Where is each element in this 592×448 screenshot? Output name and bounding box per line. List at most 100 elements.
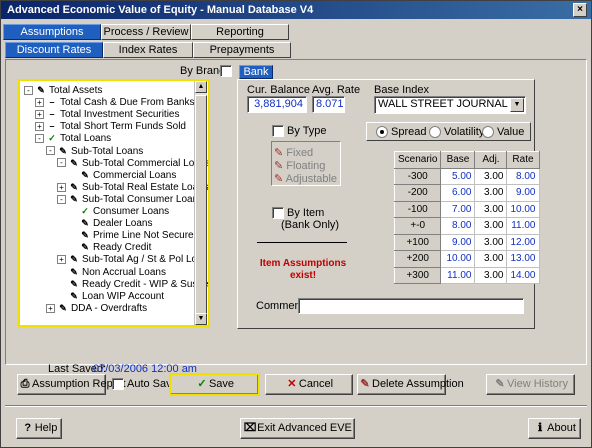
tree-node[interactable]: ✎ Dealer Loans <box>68 217 152 229</box>
table-cell: 3.00 <box>474 233 508 251</box>
exit-button[interactable]: ⌧Exit Advanced EVE <box>240 418 355 439</box>
tree-node[interactable]: - ✎ Total Assets <box>24 84 102 96</box>
tree-node[interactable]: - ✎ Sub-Total Loans <box>46 145 143 157</box>
expand-icon[interactable]: + <box>57 182 66 192</box>
tree-node[interactable]: + – Total Cash & Due From Banks <box>35 96 195 108</box>
tree-node[interactable]: + ✎ Sub-Total Ag / St & Pol Loar <box>57 253 206 265</box>
table-row: +-0 8.00 3.00 11.00 <box>393 217 540 235</box>
by-item-checkbox[interactable] <box>272 207 284 219</box>
pencil-delete-icon: ✎ <box>360 378 370 390</box>
pencil-icon: ✎ <box>274 160 284 172</box>
tree-node[interactable]: + ✎ DDA - Overdrafts <box>46 302 147 314</box>
tree-node[interactable]: ✎ Non Accrual Loans <box>57 266 166 278</box>
tree-node-label: Sub-Total Loans <box>71 145 144 157</box>
by-branch-checkbox[interactable] <box>220 65 232 77</box>
base-index-select[interactable]: WALL STREET JOURNAL ▼ <box>374 96 526 114</box>
dash-icon: – <box>49 97 55 108</box>
expand-icon[interactable]: + <box>35 110 44 120</box>
pencil-icon: ✎ <box>81 242 89 253</box>
tree-node-label: Total Cash & Due From Banks <box>60 97 195 109</box>
delete-label: Delete Assumption <box>372 378 464 390</box>
tab-index-rates[interactable]: Index Rates <box>103 42 193 58</box>
tree-node[interactable]: - ✓ Total Loans <box>35 132 111 144</box>
help-icon: ? <box>24 422 32 434</box>
collapse-icon[interactable]: - <box>46 146 55 156</box>
pencil-icon: ✎ <box>81 230 89 241</box>
table-cell[interactable]: 10.00 <box>440 250 476 268</box>
help-button[interactable]: ? Help <box>16 418 62 439</box>
collapse-icon[interactable]: - <box>35 134 44 144</box>
tree-node[interactable]: + – Total Short Term Funds Sold <box>35 120 186 132</box>
tree-node[interactable]: ✎ Ready Credit <box>68 241 151 253</box>
collapse-icon[interactable]: - <box>57 158 66 168</box>
cancel-button[interactable]: ✕ Cancel <box>265 374 353 395</box>
pencil-icon: ✎ <box>81 218 89 229</box>
table-row: +200 10.00 3.00 13.00 <box>393 250 540 268</box>
table-cell: +100 <box>393 233 442 251</box>
scroll-down-icon[interactable]: ▼ <box>195 313 207 325</box>
volatility-radio[interactable] <box>429 126 441 138</box>
tab-prepayments[interactable]: Prepayments <box>193 42 291 58</box>
table-cell[interactable]: 8.00 <box>440 217 476 235</box>
view-history-label: View History <box>507 378 568 390</box>
save-button[interactable]: ✓ Save <box>169 373 260 396</box>
expand-icon[interactable]: + <box>35 122 44 132</box>
tree-node[interactable]: + – Total Investment Securities <box>35 108 180 120</box>
checkmark-icon: ✓ <box>81 206 89 216</box>
scroll-thumb[interactable] <box>195 95 207 315</box>
delete-assumption-button[interactable]: ✎ Delete Assumption <box>357 374 464 395</box>
expand-icon[interactable]: + <box>35 97 44 107</box>
tree-node[interactable]: + ✎ Sub-Total Real Estate Loans <box>57 181 208 193</box>
auto-save-checkbox[interactable] <box>112 378 124 390</box>
scroll-up-icon[interactable]: ▲ <box>195 81 207 93</box>
item-assumptions-message: Item Assumptions exist! <box>254 258 352 282</box>
tab-discount-rates[interactable]: Discount Rates <box>5 42 103 58</box>
table-cell[interactable]: 9.00 <box>440 233 476 251</box>
table-cell: +200 <box>393 250 442 268</box>
collapse-icon[interactable]: - <box>24 85 33 95</box>
expand-icon[interactable]: + <box>57 255 66 265</box>
by-type-label: By Type <box>287 125 327 137</box>
tree-node[interactable]: ✓ Consumer Loans <box>68 205 169 217</box>
table-cell[interactable]: 7.00 <box>440 200 476 218</box>
table-cell[interactable]: 6.00 <box>440 184 476 202</box>
tree-node[interactable]: ✎ Commercial Loans <box>68 169 176 181</box>
chevron-down-icon[interactable]: ▼ <box>510 98 524 112</box>
tab-bank[interactable]: Bank <box>239 65 273 79</box>
spread-radio[interactable] <box>376 126 388 138</box>
pencil-icon: ✎ <box>274 147 284 159</box>
avg-rate-label: Avg. Rate <box>312 84 361 96</box>
collapse-icon[interactable]: - <box>57 194 66 204</box>
tree-node-label: Sub-Total Ag / St & Pol Loar <box>82 254 206 266</box>
table-cell[interactable]: 5.00 <box>440 167 476 185</box>
tree-scrollbar[interactable]: ▲ ▼ <box>194 81 207 325</box>
tree-node-label: Ready Credit <box>93 242 152 254</box>
tab-assumptions[interactable]: Assumptions <box>3 24 101 40</box>
save-label: Save <box>208 378 235 390</box>
tree-node[interactable]: - ✎ Sub-Total Consumer Loans <box>57 193 203 205</box>
table-cell: 3.00 <box>474 167 508 185</box>
exit-door-icon: ⌧ <box>243 422 257 434</box>
assumption-report-button[interactable]: ⎙ Assumption Report <box>17 374 126 395</box>
table-cell[interactable]: 11.00 <box>440 266 476 284</box>
x-icon: ✕ <box>287 378 297 390</box>
close-icon[interactable]: × <box>573 3 587 17</box>
window-title: Advanced Economic Value of Equity - Manu… <box>7 4 314 16</box>
table-row: -300 5.00 3.00 8.00 <box>393 167 540 185</box>
tree-node-label: Commercial Loans <box>93 169 177 181</box>
tree-node[interactable]: ✎ Loan WIP Account <box>57 290 164 302</box>
value-radio[interactable] <box>482 126 494 138</box>
column-header: Adj. <box>474 151 508 169</box>
tree-node[interactable]: - ✎ Sub-Total Commercial Loans <box>57 157 208 169</box>
scenario-table: Scenario Base Adj. Rate -300 5.00 3.00 8.00 -20… <box>393 151 540 284</box>
comment-field[interactable] <box>298 298 524 314</box>
tab-process-review[interactable]: Process / Review <box>101 24 191 40</box>
tree-node[interactable]: ✎ Ready Credit - WIP & Suspe <box>57 278 208 290</box>
view-history-button[interactable]: ✎ View History <box>486 374 575 395</box>
about-button[interactable]: ℹ About <box>528 418 581 439</box>
expand-icon[interactable]: + <box>46 303 55 313</box>
by-type-checkbox[interactable] <box>272 125 284 137</box>
tree-node[interactable]: ✎ Prime Line Not Secured I <box>68 229 205 241</box>
tab-reporting[interactable]: Reporting <box>191 24 289 40</box>
type-adjustable: Adjustable <box>285 173 338 185</box>
